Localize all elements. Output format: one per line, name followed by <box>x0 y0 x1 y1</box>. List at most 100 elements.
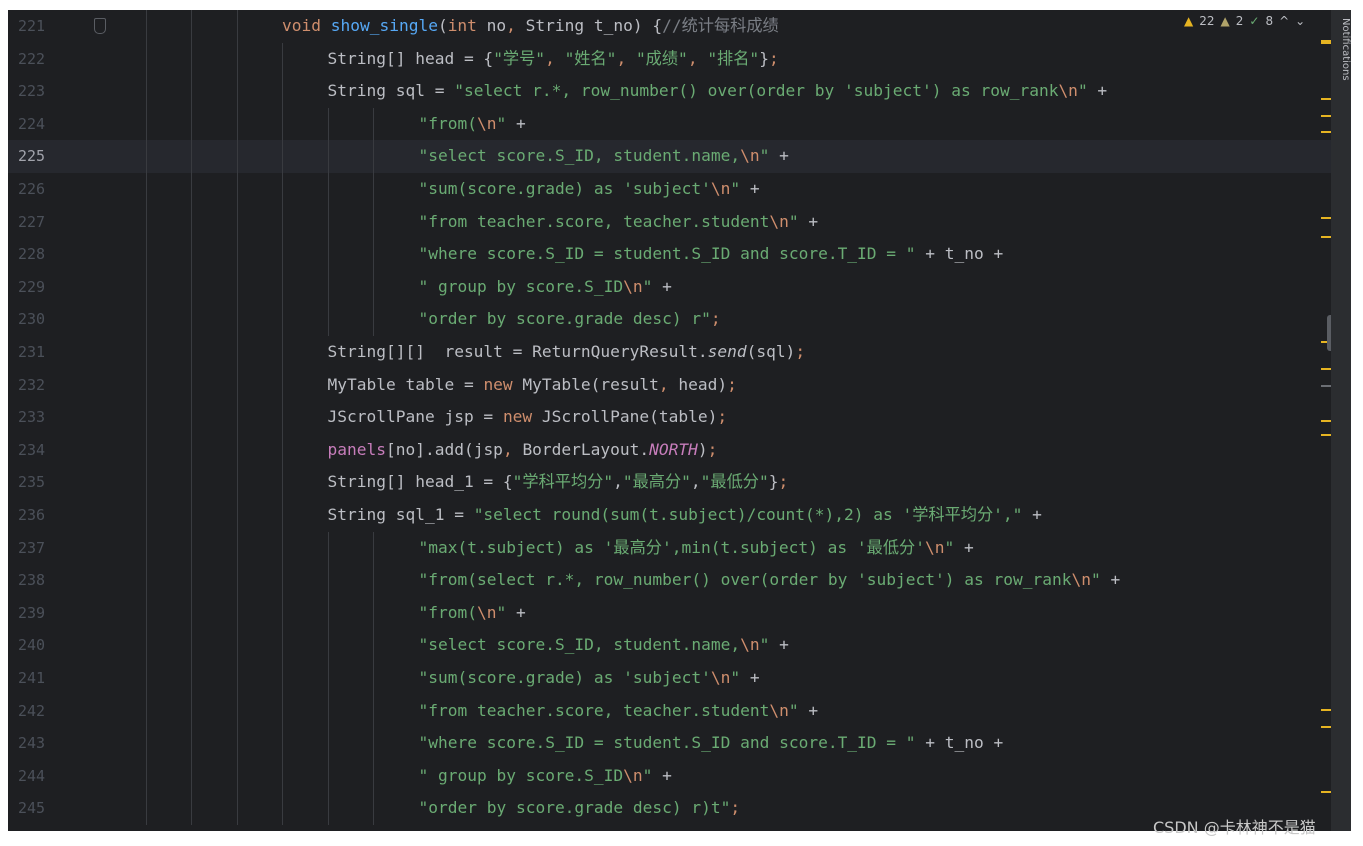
line-number[interactable]: 236 <box>18 499 58 532</box>
code-line[interactable]: 242 "from teacher.score, teacher.student\… <box>8 694 1331 728</box>
code-line[interactable]: 229 " group by score.S_ID\n" + <box>8 270 1331 304</box>
code-text[interactable]: MyTable table = new MyTable(result, head… <box>328 369 737 402</box>
indent-guide <box>191 629 192 662</box>
error-stripe-marker[interactable] <box>1321 726 1331 728</box>
code-line[interactable]: 231 String[][] result = ReturnQueryResult… <box>8 336 1331 369</box>
code-line[interactable]: 233 JScrollPane jsp = new JScrollPane(tab… <box>8 401 1331 434</box>
code-line[interactable]: 232 MyTable table = new MyTable(result, h… <box>8 368 1331 402</box>
line-number[interactable]: 227 <box>18 206 58 239</box>
code-text[interactable]: String sql = "select r.*, row_number() o… <box>328 75 1108 108</box>
line-number[interactable]: 234 <box>18 434 58 467</box>
code-token: "sum(score.grade) as 'subject' <box>418 668 711 687</box>
error-stripe-marker[interactable] <box>1321 131 1331 133</box>
code-line[interactable]: 225 "select score.S_ID, student.name,\n" … <box>8 140 1331 173</box>
code-text[interactable]: "from(\n" + <box>419 108 526 141</box>
code-line[interactable]: 239 "from(\n" + <box>8 596 1331 630</box>
code-text[interactable]: String[] head = {"学号", "姓名", "成绩", "排名"}… <box>328 43 779 76</box>
line-number[interactable]: 245 <box>18 792 58 825</box>
line-number[interactable]: 233 <box>18 401 58 434</box>
code-line[interactable]: 238 "from(select r.*, row_number() over(o… <box>8 564 1331 597</box>
code-text[interactable]: " group by score.S_ID\n" + <box>419 271 672 304</box>
error-stripe-marker[interactable] <box>1321 236 1331 238</box>
line-number[interactable]: 222 <box>18 43 58 76</box>
line-number[interactable]: 238 <box>18 564 58 597</box>
line-number[interactable]: 237 <box>18 532 58 565</box>
next-highlight-icon[interactable]: ⌄ <box>1295 14 1305 28</box>
line-number[interactable]: 242 <box>18 695 58 728</box>
code-token: + <box>798 700 819 720</box>
code-text[interactable]: JScrollPane jsp = new JScrollPane(table)… <box>328 401 728 434</box>
code-text[interactable]: panels[no].add(jsp, BorderLayout.NORTH); <box>328 434 718 467</box>
code-line[interactable]: 243 "where score.S_ID = student.S_ID and … <box>8 727 1331 760</box>
error-stripe-marker[interactable] <box>1321 420 1331 422</box>
code-text[interactable]: "where score.S_ID = student.S_ID and sco… <box>419 238 1004 271</box>
code-text[interactable]: "from teacher.score, teacher.student\n" … <box>419 695 819 728</box>
error-stripe-marker[interactable] <box>1321 791 1331 793</box>
error-stripe-marker[interactable] <box>1321 368 1331 370</box>
line-number[interactable]: 232 <box>18 369 58 402</box>
code-text[interactable]: "where score.S_ID = student.S_ID and sco… <box>419 727 1004 760</box>
code-text[interactable]: "from teacher.score, teacher.student\n" … <box>419 206 819 239</box>
code-line[interactable]: 241 "sum(score.grade) as 'subject'\n" + <box>8 662 1331 695</box>
previous-highlight-icon[interactable]: ^ <box>1279 14 1289 28</box>
code-line[interactable]: 244 " group by score.S_ID\n" + <box>8 759 1331 793</box>
code-text[interactable]: "from(select r.*, row_number() over(orde… <box>419 564 1121 597</box>
code-text[interactable]: "max(t.subject) as '最高分',min(t.subject) … <box>419 532 974 565</box>
line-number[interactable]: 225 <box>18 140 58 173</box>
code-line[interactable]: 230 "order by score.grade desc) r"; <box>8 303 1331 336</box>
code-line[interactable]: 223 String sql = "select r.*, row_number(… <box>8 75 1331 108</box>
code-text[interactable]: "from(\n" + <box>419 597 526 630</box>
code-text[interactable]: "sum(score.grade) as 'subject'\n" + <box>419 173 760 206</box>
code-line[interactable]: 226 "sum(score.grade) as 'subject'\n" + <box>8 173 1331 206</box>
line-number[interactable]: 230 <box>18 303 58 336</box>
code-text[interactable]: " group by score.S_ID\n" + <box>419 760 672 793</box>
line-number[interactable]: 226 <box>18 173 58 206</box>
error-stripe-marker[interactable] <box>1321 434 1331 436</box>
line-number[interactable]: 221 <box>18 10 58 43</box>
code-text[interactable]: "order by score.grade desc) r)t"; <box>419 792 741 825</box>
code-line[interactable]: 221 void show_single(int no, String t_no)… <box>8 10 1331 43</box>
indent-guide <box>145 531 147 565</box>
line-number[interactable]: 239 <box>18 597 58 630</box>
inspection-widget[interactable]: ▲ 22 ▲ 2 ✓ 8 ^ ⌄ <box>1184 14 1305 28</box>
code-line[interactable]: 234 panels[no].add(jsp, BorderLayout.NORT… <box>8 433 1331 467</box>
line-number[interactable]: 231 <box>18 336 58 369</box>
code-line[interactable]: 235 String[] head_1 = {"学科平均分","最高分","最低分… <box>8 466 1331 499</box>
code-text[interactable]: String[][] result = ReturnQueryResult.se… <box>328 336 806 369</box>
error-stripe-marker[interactable] <box>1321 115 1331 117</box>
fold-marker-icon[interactable] <box>94 18 106 34</box>
code-text[interactable]: String[] head_1 = {"学科平均分","最高分","最低分"}; <box>328 466 789 499</box>
code-text[interactable]: "select score.S_ID, student.name,\n" + <box>419 629 789 662</box>
error-stripe-marker[interactable] <box>1321 98 1331 100</box>
code-text[interactable]: "sum(score.grade) as 'subject'\n" + <box>419 662 760 695</box>
code-line[interactable]: 228 "where score.S_ID = student.S_ID and … <box>8 238 1331 271</box>
code-text[interactable]: "select score.S_ID, student.name,\n" + <box>419 140 789 173</box>
error-stripe-marker[interactable] <box>1321 217 1331 219</box>
line-number[interactable]: 244 <box>18 760 58 793</box>
line-number[interactable]: 243 <box>18 727 58 760</box>
line-number[interactable]: 235 <box>18 466 58 499</box>
code-line[interactable]: 245 "order by score.grade desc) r)t"; <box>8 792 1331 825</box>
line-number[interactable]: 224 <box>18 108 58 141</box>
code-line[interactable]: 236 String sql_1 = "select round(sum(t.su… <box>8 499 1331 532</box>
line-number[interactable]: 223 <box>18 75 58 108</box>
code-line[interactable]: 227 "from teacher.score, teacher.student\… <box>8 205 1331 239</box>
line-number[interactable]: 228 <box>18 238 58 271</box>
line-number[interactable]: 240 <box>18 629 58 662</box>
line-number[interactable]: 229 <box>18 271 58 304</box>
error-stripe-marker[interactable] <box>1321 709 1331 711</box>
weak-warning-count: 2 <box>1235 14 1244 28</box>
code-text[interactable]: String sql_1 = "select round(sum(t.subje… <box>328 499 1042 532</box>
code-line[interactable]: 222 String[] head = {"学号", "姓名", "成绩", "排… <box>8 42 1331 76</box>
code-editor[interactable]: 221 void show_single(int no, String t_no)… <box>8 10 1331 831</box>
code-text[interactable]: "order by score.grade desc) r"; <box>419 303 721 336</box>
code-token: (sql) <box>746 342 796 361</box>
code-line[interactable]: 224 "from(\n" + <box>8 107 1331 141</box>
code-line[interactable]: 237 "max(t.subject) as '最高分',min(t.subjec… <box>8 531 1331 565</box>
code-text[interactable]: void show_single(int no, String t_no) {/… <box>282 10 779 43</box>
notifications-tab[interactable]: Notifications <box>1331 18 1351 88</box>
error-stripe-marker[interactable] <box>1321 385 1331 387</box>
error-stripe-marker[interactable] <box>1321 40 1331 44</box>
code-line[interactable]: 240 "select score.S_ID, student.name,\n" … <box>8 629 1331 662</box>
line-number[interactable]: 241 <box>18 662 58 695</box>
